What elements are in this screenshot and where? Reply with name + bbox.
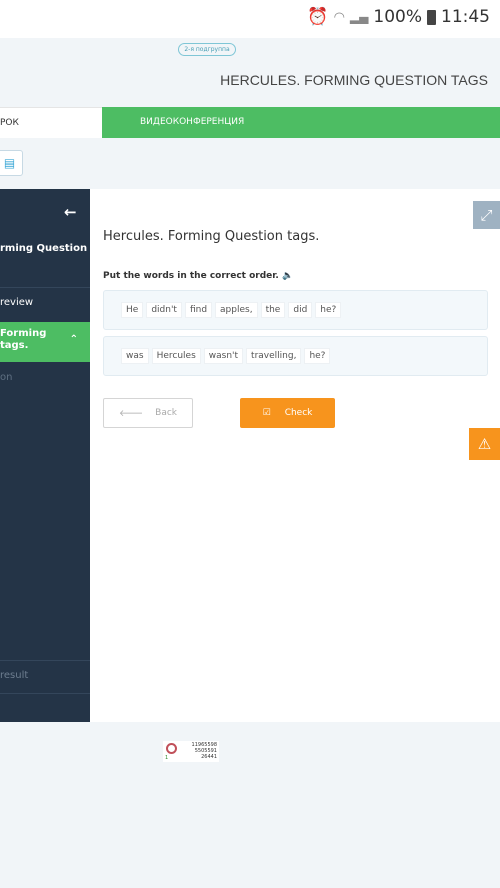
fullscreen-button[interactable]: ⤢ — [473, 201, 500, 229]
warning-icon: ⚠ — [477, 435, 492, 453]
sidebar-item-preview[interactable]: review — [0, 297, 33, 308]
counter-line: 26441 — [201, 754, 217, 760]
tab-videoconference[interactable]: ВИДЕОКОНФЕРЕНЦИЯ — [102, 107, 500, 138]
word-tile[interactable]: he? — [315, 302, 342, 318]
sidebar-item-forming-tags[interactable]: Forming tags. ⌃ — [0, 322, 90, 362]
counter-logo-icon — [166, 743, 177, 754]
tab-lesson[interactable]: РОК — [0, 107, 102, 138]
alarm-icon: ⏰ — [307, 7, 329, 27]
chat-button[interactable]: ▤ — [0, 150, 23, 176]
exercise-title: Hercules. Forming Question tags. — [103, 229, 320, 244]
check-button[interactable]: ☑ Check — [240, 398, 335, 428]
counter-left: 1 — [165, 755, 169, 761]
instruction: Put the words in the correct order. 🔈 — [103, 271, 294, 281]
word-tile[interactable]: wasn't — [203, 348, 244, 364]
wifi-icon: ◠ — [333, 9, 345, 25]
word-tile[interactable]: apples, — [215, 302, 258, 318]
back-button[interactable]: 🡐 Back — [103, 398, 193, 428]
arrow-left-icon: 🡐 — [119, 408, 144, 419]
sidebar: ← rming Question review Forming tags. ⌃ … — [0, 189, 90, 722]
tab-bar: РОК ВИДЕОКОНФЕРЕНЦИЯ — [0, 107, 500, 138]
report-button[interactable]: ⚠ — [469, 428, 500, 460]
word-tile[interactable]: travelling, — [246, 348, 302, 364]
word-tile[interactable]: He — [121, 302, 144, 318]
back-arrow-icon[interactable]: ← — [64, 203, 77, 221]
word-tile[interactable]: find — [184, 302, 213, 318]
sidebar-item-subitem[interactable]: on — [0, 372, 12, 383]
signal-icon: ▂▄ — [349, 10, 369, 24]
word-tile[interactable]: the — [260, 302, 286, 318]
expand-icon: ⤢ — [480, 206, 493, 224]
battery-icon — [427, 9, 436, 25]
visit-counter[interactable]: 1 11965598 5505591 26441 — [163, 741, 219, 762]
word-tile[interactable]: was — [121, 348, 149, 364]
sidebar-item-result[interactable]: result — [0, 670, 28, 681]
sidebar-title: rming Question — [0, 243, 88, 254]
word-tile[interactable]: he? — [304, 348, 331, 364]
chevron-up-icon: ⌃ — [69, 334, 78, 345]
chat-icon: ▤ — [3, 156, 16, 170]
checkbox-icon: ☑ — [262, 408, 271, 418]
page-title: HERCULES. FORMING QUESTION TAGS — [220, 72, 488, 88]
clock: 11:45 — [441, 7, 490, 27]
word-tile[interactable]: didn't — [146, 302, 182, 318]
word-tile[interactable]: did — [288, 302, 313, 318]
speaker-icon[interactable]: 🔈 — [282, 271, 293, 281]
status-bar: ⏰ ◠ ▂▄ 100% 11:45 — [0, 0, 500, 38]
sentence-row-2: was Hercules wasn't travelling, he? — [103, 336, 488, 376]
group-badge: 2-я подгруппа — [178, 43, 236, 56]
word-tile[interactable]: Hercules — [151, 348, 201, 364]
battery-percent: 100% — [373, 7, 422, 27]
sentence-row-1: He didn't find apples, the did he? — [103, 290, 488, 330]
content-panel — [90, 189, 500, 722]
